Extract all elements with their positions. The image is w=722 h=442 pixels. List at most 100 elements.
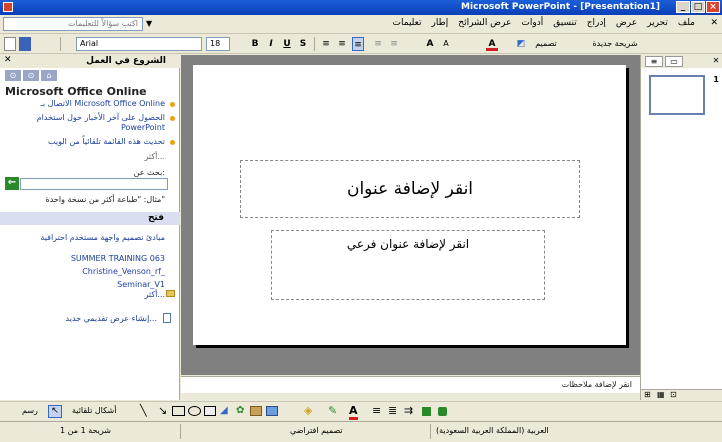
arrow-icon[interactable]: ↘ [158, 404, 167, 417]
font-size-select[interactable]: 18 [206, 37, 230, 51]
diagram-icon[interactable]: ✿ [236, 405, 244, 416]
help-search-input[interactable]: اكتب سؤالاً للتعليمات [3, 17, 143, 31]
minimize-button[interactable]: _ [676, 1, 690, 13]
recent-file-2[interactable]: SUMMER TRAINING 063 [71, 254, 165, 264]
oval-icon[interactable] [188, 406, 201, 416]
decrease-font-icon[interactable]: A [440, 37, 452, 51]
menu-help[interactable]: تعليمات [388, 18, 427, 28]
dash-style-icon[interactable]: ≣ [388, 404, 397, 417]
line-color-icon[interactable]: ✎ [328, 404, 337, 417]
autoshapes-menu[interactable]: أشكال تلقائية [72, 406, 116, 415]
italic-button[interactable]: I [266, 37, 276, 51]
notes-placeholder[interactable]: انقر لإضافة ملاحظات [562, 380, 632, 389]
slide-thumbnail-number: 1 [713, 75, 719, 84]
task-pane: ✕ الشروع في العمل ⊙ ⊙ ⌂ Microsoft Office… [0, 55, 180, 400]
link-auto-update[interactable]: تحديث هذه القائمة تلقائياً من الويب [48, 137, 165, 147]
bullets-icon[interactable]: ≡ [388, 37, 400, 51]
align-left-icon[interactable]: ≡ [352, 37, 364, 51]
open-section-header: فتح [0, 212, 180, 225]
slideshow-view-icon[interactable]: ⊡ [670, 390, 677, 399]
menu-window[interactable]: إطار [427, 18, 454, 28]
design-button[interactable]: تصميم [528, 37, 564, 51]
bullet-icon [170, 140, 175, 145]
align-right-icon[interactable]: ≡ [320, 37, 332, 51]
normal-view-icon[interactable]: ⊞ [644, 390, 651, 399]
new-doc-icon[interactable] [4, 37, 16, 51]
close-button[interactable]: × [706, 1, 720, 13]
design-icon[interactable]: ◩ [515, 37, 527, 51]
search-input[interactable] [20, 178, 168, 190]
forward-icon[interactable]: ⊙ [23, 70, 39, 81]
link-latest-news[interactable]: الحصول على آخر الأخبار حول استخدام Power… [25, 113, 165, 133]
picture-icon[interactable] [266, 406, 278, 416]
search-go-icon[interactable]: ← [5, 177, 19, 190]
underline-button[interactable]: U [282, 37, 292, 51]
horizontal-scrollbar[interactable]: ⊞ ▦ ⊡ [641, 389, 722, 400]
menu-file[interactable]: ملف [673, 18, 700, 28]
search-example: مثال: "طباعة أكثر من نسخة واحدة" [45, 195, 165, 204]
fill-color-icon[interactable]: ◈ [304, 404, 312, 417]
powerpoint-icon[interactable] [3, 2, 13, 12]
rectangle-icon[interactable] [172, 406, 185, 416]
slide-canvas[interactable]: انقر لإضافة عنوان انقر لإضافة عنوان فرعي [193, 65, 626, 345]
3d-style-icon[interactable] [438, 407, 447, 416]
more-files-link[interactable]: أكثر... [145, 290, 166, 299]
more-link[interactable]: أكثر... [145, 152, 166, 161]
bullet-icon [170, 116, 175, 121]
menu-insert[interactable]: إدراج [582, 18, 611, 28]
increase-font-icon[interactable]: A [424, 37, 436, 51]
wordart-icon[interactable]: ◢ [220, 405, 228, 416]
select-objects-icon[interactable]: ↖ [48, 405, 62, 418]
draw-menu[interactable]: رسم [22, 406, 38, 415]
align-center-icon[interactable]: ≡ [336, 37, 348, 51]
shadow-button[interactable]: S [298, 37, 308, 51]
sorter-view-icon[interactable]: ▦ [657, 390, 665, 399]
font-color-icon[interactable]: A [486, 37, 498, 51]
link-connect-office[interactable]: الاتصال بـ Microsoft Office Online [40, 99, 165, 109]
tab-slides[interactable]: ▭ [665, 56, 683, 67]
textbox-icon[interactable] [204, 406, 216, 416]
clipart-icon[interactable] [250, 406, 262, 416]
task-pane-title[interactable]: الشروع في العمل [86, 56, 166, 66]
new-document-icon [163, 313, 171, 323]
recent-file-1[interactable]: مبادئ تصميم واجهة مستخدم احترافية [15, 233, 165, 243]
notes-pane[interactable]: انقر لإضافة ملاحظات [181, 376, 640, 393]
font-color-draw-icon[interactable]: A [349, 404, 358, 420]
tab-outline[interactable]: ≡ [645, 56, 663, 67]
new-presentation-link[interactable]: إنشاء عرض تقديمي جديد... [66, 314, 157, 323]
back-icon[interactable]: ⊙ [5, 70, 21, 81]
design-name: تصميم افتراضي [290, 426, 343, 435]
menu-tools[interactable]: أدوات [516, 18, 548, 28]
subtitle-placeholder[interactable]: انقر لإضافة عنوان فرعي [271, 230, 545, 300]
bold-button[interactable]: B [250, 37, 260, 51]
slides-thumbnail-pane: ≡ ▭ ✕ 1 ⊞ ▦ ⊡ [640, 55, 722, 400]
folder-icon [166, 290, 175, 297]
new-slide-button[interactable]: شريحة جديدة [590, 37, 640, 51]
font-name-select[interactable]: Arial [76, 37, 202, 51]
menu-edit[interactable]: تحرير [642, 18, 673, 28]
recent-file-4[interactable]: Seminar_V1 [117, 280, 165, 290]
thumbnail-pane-close-icon[interactable]: ✕ [707, 56, 722, 67]
menu-format[interactable]: تنسيق [548, 18, 581, 28]
shadow-style-icon[interactable] [422, 407, 431, 416]
task-pane-close-icon[interactable]: ✕ [4, 55, 12, 65]
slide-thumbnail[interactable] [649, 75, 705, 115]
home-icon[interactable]: ⌂ [41, 70, 57, 81]
numbering-icon[interactable]: ≡ [372, 37, 384, 51]
menu-view[interactable]: عرض [611, 18, 642, 28]
arrow-style-icon[interactable]: ⇉ [404, 404, 413, 417]
doc-close-icon[interactable]: ✕ [710, 18, 718, 28]
recent-file-3[interactable]: Christine_Venson_rf_ [82, 267, 165, 277]
task-pane-nav: ⊙ ⊙ ⌂ [5, 70, 57, 81]
maximize-button[interactable]: □ [691, 1, 705, 13]
line-style-icon[interactable]: ≡ [372, 404, 381, 417]
drawing-toolbar: رسم ↖ أشكال تلقائية ╲ ↘ ◢ ✿ ◈ ✎ A ≡ ≣ ⇉ [0, 401, 722, 421]
save-icon[interactable] [19, 37, 31, 51]
formatting-toolbar: Arial 18 B I U S ≡ ≡ ≡ ≡ ≡ A A A ◩ تصميم… [0, 35, 722, 54]
line-icon[interactable]: ╲ [140, 404, 147, 417]
language-status: العربية (المملكة العربية السعودية) [436, 426, 549, 435]
help-dropdown-icon[interactable]: ▼ [146, 19, 152, 28]
menu-slideshow[interactable]: عرض الشرائح [453, 18, 516, 28]
title-placeholder[interactable]: انقر لإضافة عنوان [240, 160, 580, 218]
slide-info: شريحة 1 من 1 [60, 426, 111, 435]
